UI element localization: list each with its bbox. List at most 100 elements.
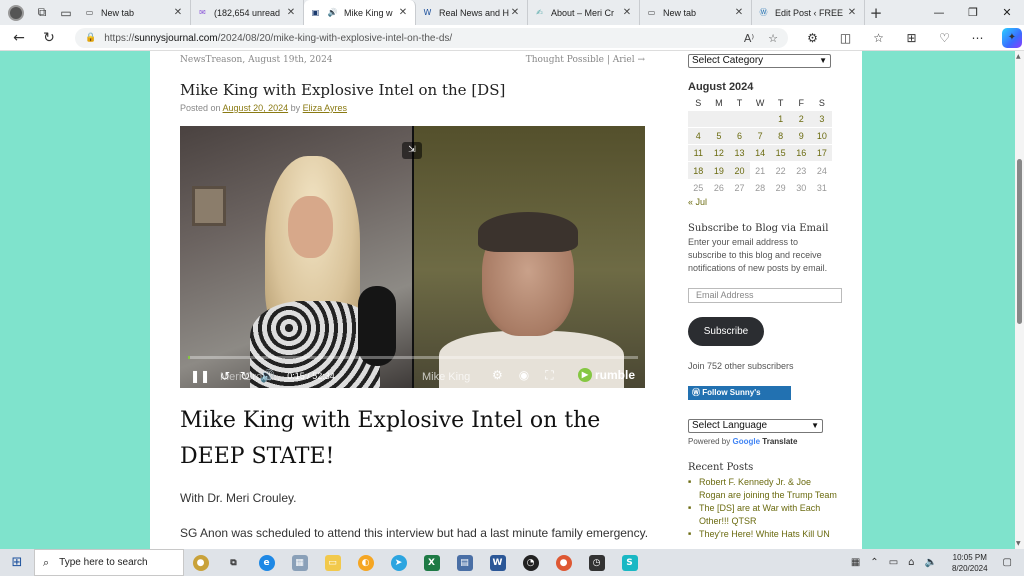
network-icon[interactable]: ⌂ [908,557,914,568]
photos-icon[interactable]: ▦ [283,549,316,576]
back-button[interactable]: ← [4,30,34,46]
tab-actions-icon[interactable]: ▭ [54,1,78,25]
keyboard-icon[interactable]: ▦ [851,557,860,568]
maximize-button[interactable]: ❐ [956,0,990,25]
clock[interactable]: 10:05 PM 8/20/2024 [952,552,988,574]
taskbar-search[interactable]: ⌕ Type here to search [34,549,184,576]
close-tab-icon[interactable]: ✕ [172,7,184,18]
calendar-day[interactable]: 5 [708,126,730,145]
recent-post-link[interactable]: They're Here! White Hats Kill UN [688,528,838,541]
browser-tab[interactable]: ▭ New tab ✕ [78,0,191,25]
audio-playing-icon[interactable]: 🔊 [327,7,338,18]
close-tab-icon[interactable]: ✕ [621,7,633,18]
volume-icon[interactable]: 🔊 [260,369,275,383]
calendar-day[interactable]: 16 [790,144,812,162]
google-logo[interactable]: Google [732,437,760,446]
calendar-day[interactable]: 3 [811,109,833,128]
close-tab-icon[interactable]: ✕ [733,7,745,18]
calculator-icon[interactable]: ▤ [448,549,481,576]
calendar-day[interactable]: 14 [749,144,771,162]
scroll-down-icon[interactable]: ▼ [1016,540,1021,547]
profile-avatar[interactable] [8,4,24,21]
workspaces-icon[interactable]: ⧉ [30,1,54,25]
browser-tab[interactable]: ▣ 🔊 Mike King w ✕ [304,0,416,25]
browser-tab[interactable]: ✍ About – Meri Cr ✕ [528,0,640,25]
browser-tab[interactable]: Ⓦ Edit Post ‹ FREE ✕ [752,0,865,25]
calendar-day[interactable]: 17 [811,144,833,162]
cortana-icon[interactable]: ● [184,549,217,576]
calendar-day[interactable]: 1 [770,109,791,128]
prev-month-link[interactable]: « Jul [688,197,707,207]
language-select[interactable]: Select Language ▼ [688,419,823,433]
calendar-day[interactable]: 10 [811,126,833,145]
page-scrollbar[interactable]: ▲ ▼ [1015,51,1024,549]
calendar-day[interactable]: 12 [708,144,730,162]
calendar-day[interactable]: 4 [688,126,709,145]
edge-icon[interactable]: e [250,549,283,576]
close-tab-icon[interactable]: ✕ [397,7,409,18]
close-tab-icon[interactable]: ✕ [509,7,521,18]
surfshark-icon[interactable]: S [613,549,646,576]
collections-icon[interactable]: ⊞ [895,31,928,45]
scrollbar-thumb[interactable] [1017,159,1022,324]
refresh-button[interactable]: ↻ [34,30,64,46]
extensions-icon[interactable]: ⚙ [796,31,829,45]
close-window-button[interactable]: ✕ [990,0,1024,25]
settings-gear-icon[interactable]: ⚙ [492,368,503,383]
favorite-star-icon[interactable]: ☆ [768,32,778,45]
excel-icon[interactable]: X [415,549,448,576]
follow-blog-button[interactable]: Ⓦ Follow Sunny's Journal [688,386,791,411]
subscribe-button[interactable]: Subscribe [688,317,764,346]
chevron-up-icon[interactable]: ⌃ [870,557,878,568]
browser-essentials-icon[interactable]: ♡ [928,31,961,45]
new-tab-button[interactable]: + [865,4,887,22]
calendar-day[interactable]: 8 [770,126,791,145]
recent-post-link[interactable]: The [DS] are at War with Each Other!!! Q… [688,502,838,528]
pause-icon[interactable]: ❚❚ [190,369,210,383]
volume-tray-icon[interactable]: 🔈 [925,557,937,568]
split-screen-icon[interactable]: ◫ [829,31,862,45]
rumble-logo[interactable]: ▶ rumble [577,368,635,382]
browser-tab[interactable]: ▭ New tab ✕ [640,0,752,25]
speedometer-icon[interactable]: ◔ [514,549,547,576]
forward-icon[interactable]: ↻ [240,369,250,383]
lock-icon[interactable]: 🔒 [85,33,96,43]
chrome-canary-icon[interactable]: ◐ [349,549,382,576]
video-player[interactable]: ⇲ Meri Croul... Mike King ❚❚ ↺ ↻ 🔊 0:15 … [180,126,645,388]
browser-tab[interactable]: ✉ (182,654 unread ✕ [191,0,304,25]
word-icon[interactable]: W [481,549,514,576]
author-link[interactable]: Eliza Ayres [303,103,347,113]
read-aloud-icon[interactable]: A⁾ [744,32,754,45]
calendar-day[interactable]: 2 [790,109,812,128]
close-tab-icon[interactable]: ✕ [846,7,858,18]
clock-app-icon[interactable]: ◷ [580,549,613,576]
calendar-day[interactable]: 11 [688,144,709,162]
video-progress-bar[interactable] [188,356,638,359]
close-tab-icon[interactable]: ✕ [285,7,297,18]
favorites-icon[interactable]: ☆ [862,31,895,45]
calendar-day[interactable]: 9 [790,126,812,145]
calendar-day[interactable]: 6 [729,126,750,145]
notifications-icon[interactable]: ▢ [1003,557,1012,568]
more-menu-icon[interactable]: ⋯ [961,31,994,45]
prev-post-link[interactable]: NewsTreason, August 19th, 2024 [180,55,333,65]
calendar-day[interactable]: 7 [749,126,771,145]
task-view-icon[interactable]: ⧉ [217,549,250,576]
picture-in-picture-icon[interactable]: ⇲ [402,142,422,159]
rewind-icon[interactable]: ↺ [220,369,230,383]
calendar-day[interactable]: 15 [770,144,791,162]
calendar-day[interactable]: 19 [708,161,730,180]
calendar-day[interactable]: 13 [729,144,750,162]
recent-post-link[interactable]: Robert F. Kennedy Jr. & Joe Rogan are jo… [688,476,838,502]
battery-icon[interactable]: ▭ [889,557,898,568]
telegram-icon[interactable]: ➤ [382,549,415,576]
copilot-icon[interactable]: ✦ [1002,28,1022,48]
translate-link[interactable]: Translate [762,437,797,446]
address-bar[interactable]: 🔒 https://sunnysjournal.com/2024/08/20/m… [75,28,788,48]
file-explorer-icon[interactable]: ▭ [316,549,349,576]
scroll-up-icon[interactable]: ▲ [1016,53,1021,60]
email-field[interactable]: Email Address [688,288,842,303]
windows-start-icon[interactable]: ⊞ [0,555,34,570]
duckduckgo-icon[interactable]: ● [547,549,580,576]
play-next-icon[interactable]: ◉ [519,368,529,383]
